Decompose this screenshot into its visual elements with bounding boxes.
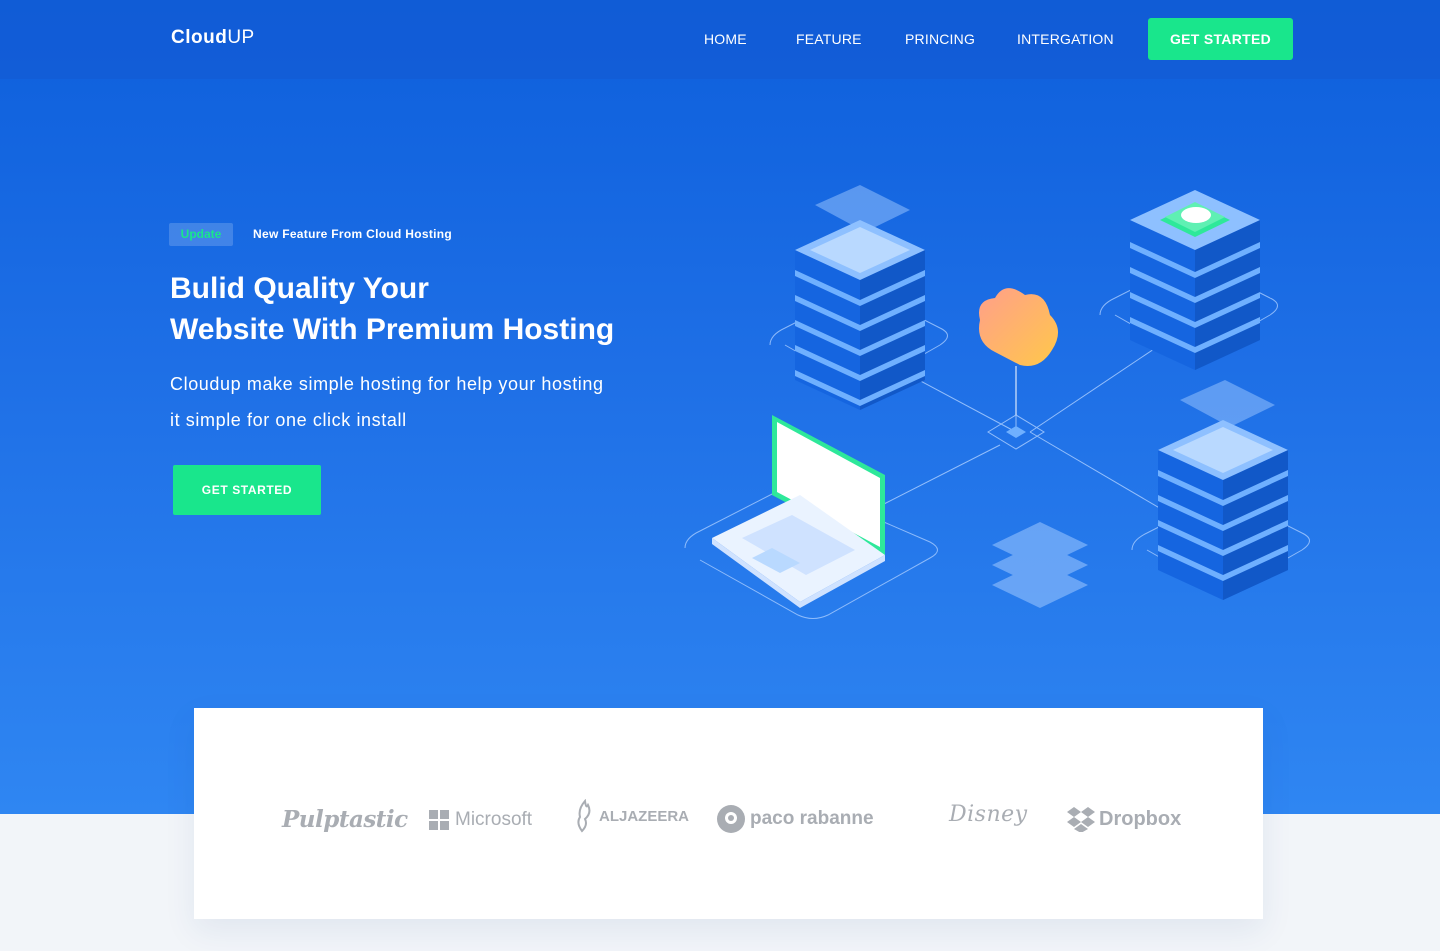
partner-logo-pacorabanne-text: paco rabanne xyxy=(750,808,874,829)
update-badge: Update xyxy=(169,223,233,246)
server-stack-left xyxy=(795,185,925,410)
nav-get-started-button[interactable]: GET STARTED xyxy=(1148,18,1293,60)
server-stack-right-bottom xyxy=(1158,380,1288,600)
navbar: CloudUP HOME FEATURE PRINCING INTERGATIO… xyxy=(0,0,1440,79)
network-lines xyxy=(881,344,1181,521)
update-badge-text: New Feature From Cloud Hosting xyxy=(253,227,453,241)
partner-logos-card: Pulptastic Microsoft ALJAZEERA paco raba… xyxy=(194,708,1263,919)
partner-logo-pulptastic-text: Pulptastic xyxy=(282,806,408,833)
cloud-icon xyxy=(979,288,1059,415)
partner-logo-pacorabanne: paco rabanne xyxy=(717,805,874,833)
hero-get-started-button[interactable]: GET STARTED xyxy=(173,465,321,515)
windows-icon xyxy=(429,810,449,830)
nav-link-integration[interactable]: INTERGATION xyxy=(1017,31,1114,47)
hero-headline-line-2: Website With Premium Hosting xyxy=(170,313,615,346)
aljazeera-emblem-icon xyxy=(577,799,591,833)
partner-logo-dropbox: Dropbox xyxy=(1066,806,1181,832)
partner-logo-microsoft-text: Microsoft xyxy=(455,809,533,830)
brand-name-bold: Cloud xyxy=(171,27,228,48)
partner-logo-pulptastic: Pulptastic xyxy=(282,806,408,833)
pacorabanne-circle-icon xyxy=(717,805,745,833)
nav-link-pricing[interactable]: PRINCING xyxy=(905,31,975,47)
brand-name-light: UP xyxy=(227,27,255,48)
dropbox-icon xyxy=(1067,807,1095,832)
hero-headline-line-1: Bulid Quality Your xyxy=(170,272,429,305)
nav-link-feature[interactable]: FEATURE xyxy=(796,31,862,47)
hero-section: CloudUP HOME FEATURE PRINCING INTERGATIO… xyxy=(0,0,1440,814)
partner-logo-disney-text: Disney xyxy=(949,802,1028,827)
partner-logo-disney: Disney xyxy=(949,802,1028,827)
hero-headline: Bulid Quality Your Website With Premium … xyxy=(170,268,614,350)
floating-layers xyxy=(992,522,1088,608)
partner-logo-aljazeera-text: ALJAZEERA xyxy=(599,807,690,825)
partner-logo-dropbox-text: Dropbox xyxy=(1099,807,1182,830)
hero-subtext-line-1: Cloudup make simple hosting for help you… xyxy=(170,374,604,394)
partner-logo-aljazeera: ALJAZEERA xyxy=(574,799,689,833)
server-stack-right-top xyxy=(1130,190,1260,370)
hosting-illustration xyxy=(684,185,1310,619)
partner-logo-microsoft: Microsoft xyxy=(429,809,532,831)
nav-link-home[interactable]: HOME xyxy=(704,31,747,47)
hero-subtext: Cloudup make simple hosting for help you… xyxy=(170,366,650,438)
hero-subtext-line-2: it simple for one click install xyxy=(170,410,407,430)
brand-logo[interactable]: CloudUP xyxy=(171,27,255,49)
